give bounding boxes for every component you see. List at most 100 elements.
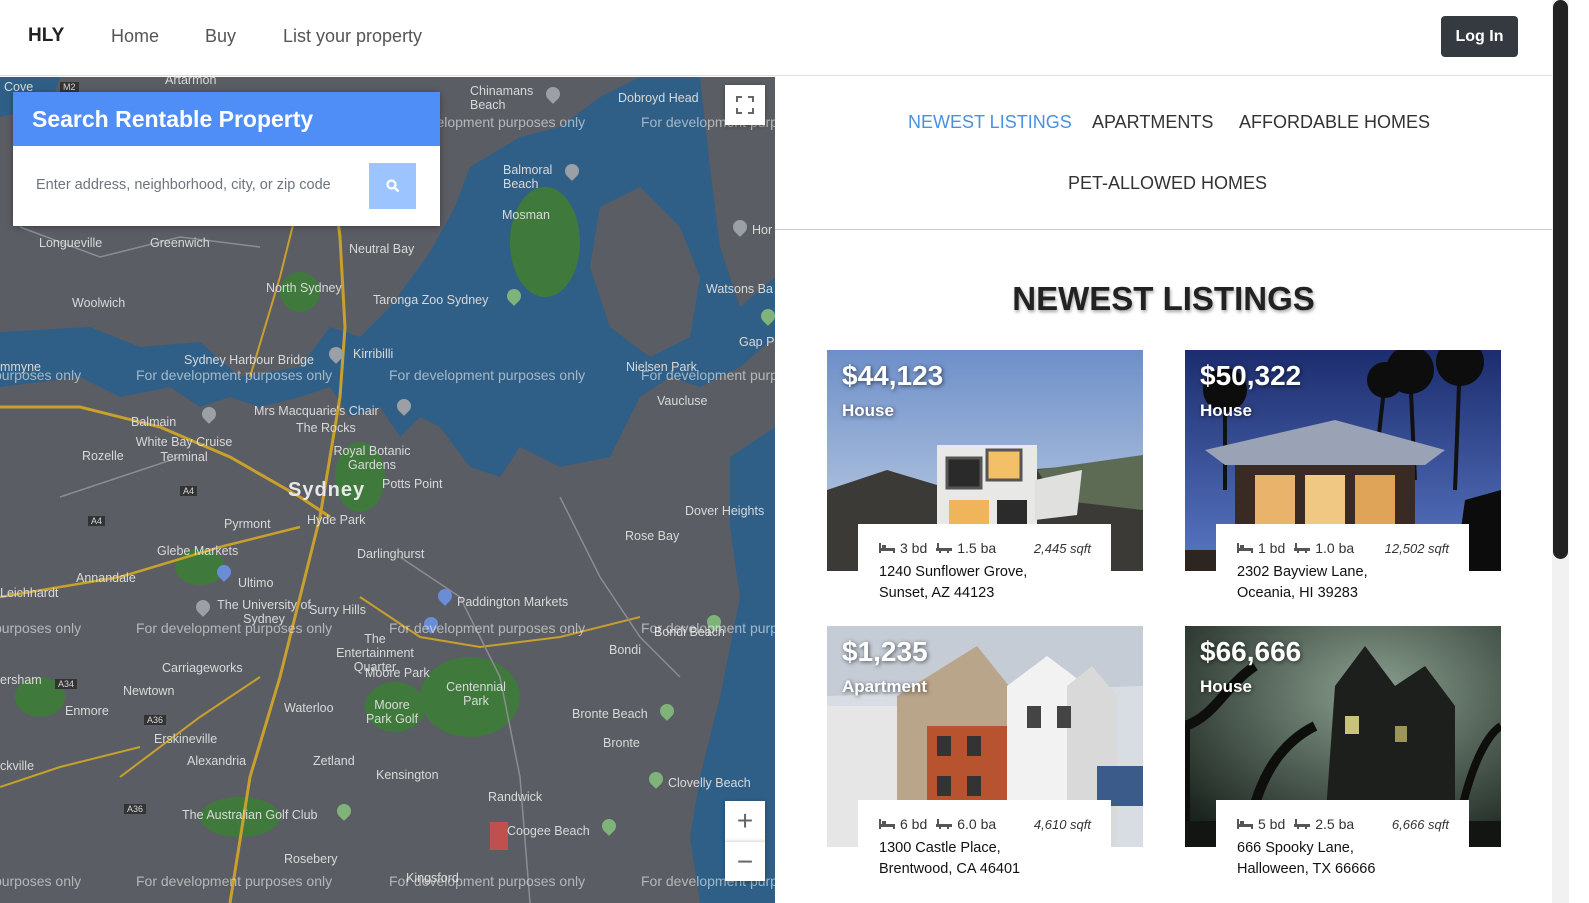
map-label: Surry Hills <box>309 603 366 617</box>
map-label: Greenwich <box>150 236 210 250</box>
map-watermark: For development purposes only <box>136 620 333 636</box>
listing-info: 5 bd 2.5 ba 6,666 sqft 666 Spooky Lane, … <box>1216 800 1469 888</box>
zoom-out-button[interactable]: − <box>725 841 765 881</box>
listing-card[interactable]: $66,666 House 5 bd 2.5 ba 6,666 sqft 666… <box>1185 626 1501 888</box>
tab-newest-listings[interactable]: NEWEST LISTINGS <box>908 112 1072 133</box>
listing-address-line1: 666 Spooky Lane, <box>1237 840 1354 856</box>
search-card: Search Rentable Property <box>13 92 440 226</box>
listing-sqft: 12,502 sqft <box>1384 540 1449 556</box>
map-label: Newtown <box>123 684 175 698</box>
map-label: Randwick <box>488 790 543 804</box>
map-label: Dover Heights <box>685 504 765 518</box>
map-label: Mrs Macquarie's Chair <box>254 404 379 418</box>
map-label: Artarmon <box>165 77 217 87</box>
map-label: Gap P <box>739 335 775 349</box>
listing-beds: 3 bd <box>900 540 928 556</box>
map-label: Ultimo <box>238 576 274 590</box>
map-label: White Bay Cruise Terminal <box>135 435 233 464</box>
listing-address-line1: 2302 Bayview Lane, <box>1237 564 1368 580</box>
map-watermark: For development purposes only <box>389 620 586 636</box>
search-input[interactable] <box>23 162 369 208</box>
map-label: Erskineville <box>154 732 218 746</box>
road-shield: A36 <box>144 715 167 725</box>
road-shield: A36 <box>124 804 147 814</box>
map-label: North Sydney <box>266 281 342 295</box>
map-label: Rozelle <box>82 449 124 463</box>
map-label: The Rocks <box>296 421 356 435</box>
map-label: Mosman <box>502 208 550 222</box>
navbar: HLY Home Buy List your property Log In <box>0 0 1552 76</box>
map-watermark: For development purposes only <box>641 620 775 636</box>
map-label: Leichhardt <box>0 586 59 600</box>
login-button[interactable]: Log In <box>1441 16 1518 57</box>
map-label: Coogee Beach <box>507 824 590 838</box>
map-label: Balmain <box>131 415 177 429</box>
scrollbar-thumb[interactable] <box>1553 0 1568 559</box>
map-watermark: For development purposes only <box>389 873 586 889</box>
listing-baths: 1.0 ba <box>1315 540 1355 556</box>
map-label: Hyde Park <box>307 513 366 527</box>
listing-card[interactable]: $50,322 House 1 bd 1.0 ba 12,502 sqft 23… <box>1185 350 1501 612</box>
bath-icon <box>1294 543 1311 553</box>
listing-card[interactable]: $1,235 Apartment 6 bd 6.0 ba 4,610 sqft … <box>827 626 1143 888</box>
map-label: Annandale <box>76 571 136 585</box>
bed-icon <box>1237 819 1253 829</box>
listing-address-line2: Brentwood, CA 46401 <box>879 861 1021 877</box>
map-label: Potts Point <box>382 477 443 491</box>
listing-card[interactable]: $44,123 House 3 bd 1.5 ba 2,445 sqft 124… <box>827 350 1143 612</box>
listing-type: Apartment <box>842 677 928 696</box>
map-label: Dobroyd Head <box>618 91 699 105</box>
listing-beds: 1 bd <box>1258 540 1286 556</box>
section-title: NEWEST LISTINGS <box>1012 280 1315 317</box>
map-label: Darlinghurst <box>357 547 425 561</box>
tab-affordable-homes[interactable]: AFFORDABLE HOMES <box>1239 112 1430 133</box>
nav-list-property-link[interactable]: List your property <box>283 26 422 47</box>
map-label: Royal Botanic Gardens <box>333 444 411 472</box>
map-label: ckville <box>0 759 35 773</box>
map-label: The Australian Golf Club <box>182 808 318 822</box>
bath-icon <box>936 543 953 553</box>
listing-address-line1: 1300 Castle Place, <box>879 840 1001 856</box>
map-label: Clovelly Beach <box>668 776 751 790</box>
map-watermark: For development purposes only <box>389 367 586 383</box>
map-label: Chinamans Beach <box>470 84 534 112</box>
fullscreen-icon[interactable] <box>725 85 765 125</box>
map-label: Longueville <box>39 236 103 250</box>
map-label: Vaucluse <box>657 394 708 408</box>
map-watermark: For development purposes only <box>136 873 333 889</box>
listing-price: $1,235 <box>842 636 928 667</box>
bath-icon <box>936 819 953 829</box>
zoom-in-button[interactable]: + <box>725 801 765 841</box>
map-label: Moore Park Golf <box>365 698 419 726</box>
map-label: Alexandria <box>187 754 247 768</box>
nav-buy-link[interactable]: Buy <box>205 26 236 47</box>
map-label: Rosebery <box>284 852 338 866</box>
tab-pet-allowed-homes[interactable]: PET-ALLOWED HOMES <box>1068 173 1267 194</box>
map-label: Bondi <box>609 643 641 657</box>
map-label: Balmoral Beach <box>503 163 553 191</box>
road-shield: A34 <box>55 679 78 689</box>
listing-beds: 5 bd <box>1258 816 1286 832</box>
road-shield: A4 <box>180 486 198 496</box>
map-label: Moore Park <box>365 666 430 680</box>
map-label: Woolwich <box>72 296 126 310</box>
listing-address-line2: Halloween, TX 66666 <box>1237 861 1376 877</box>
bath-icon <box>1294 819 1311 829</box>
listing-info: 3 bd 1.5 ba 2,445 sqft 1240 Sunflower Gr… <box>858 524 1111 612</box>
listing-price: $44,123 <box>842 360 944 391</box>
map-label: ersham <box>0 673 42 687</box>
listing-type: House <box>1200 401 1252 420</box>
listing-address-line1: 1240 Sunflower Grove, <box>879 564 1028 580</box>
map-label: Taronga Zoo Sydney <box>373 293 489 307</box>
map-watermark: For development purposes only <box>136 367 333 383</box>
map-label: Paddington Markets <box>457 595 569 609</box>
map-label: Kirribilli <box>353 347 394 361</box>
map-label: Hor <box>752 223 773 237</box>
map-label: Enmore <box>65 704 109 718</box>
search-title: Search Rentable Property <box>13 92 440 146</box>
brand-logo[interactable]: HLY <box>28 25 64 47</box>
tab-apartments[interactable]: APARTMENTS <box>1092 112 1213 133</box>
search-button[interactable] <box>369 163 416 209</box>
nav-home-link[interactable]: Home <box>111 26 159 47</box>
listing-beds: 6 bd <box>900 816 928 832</box>
